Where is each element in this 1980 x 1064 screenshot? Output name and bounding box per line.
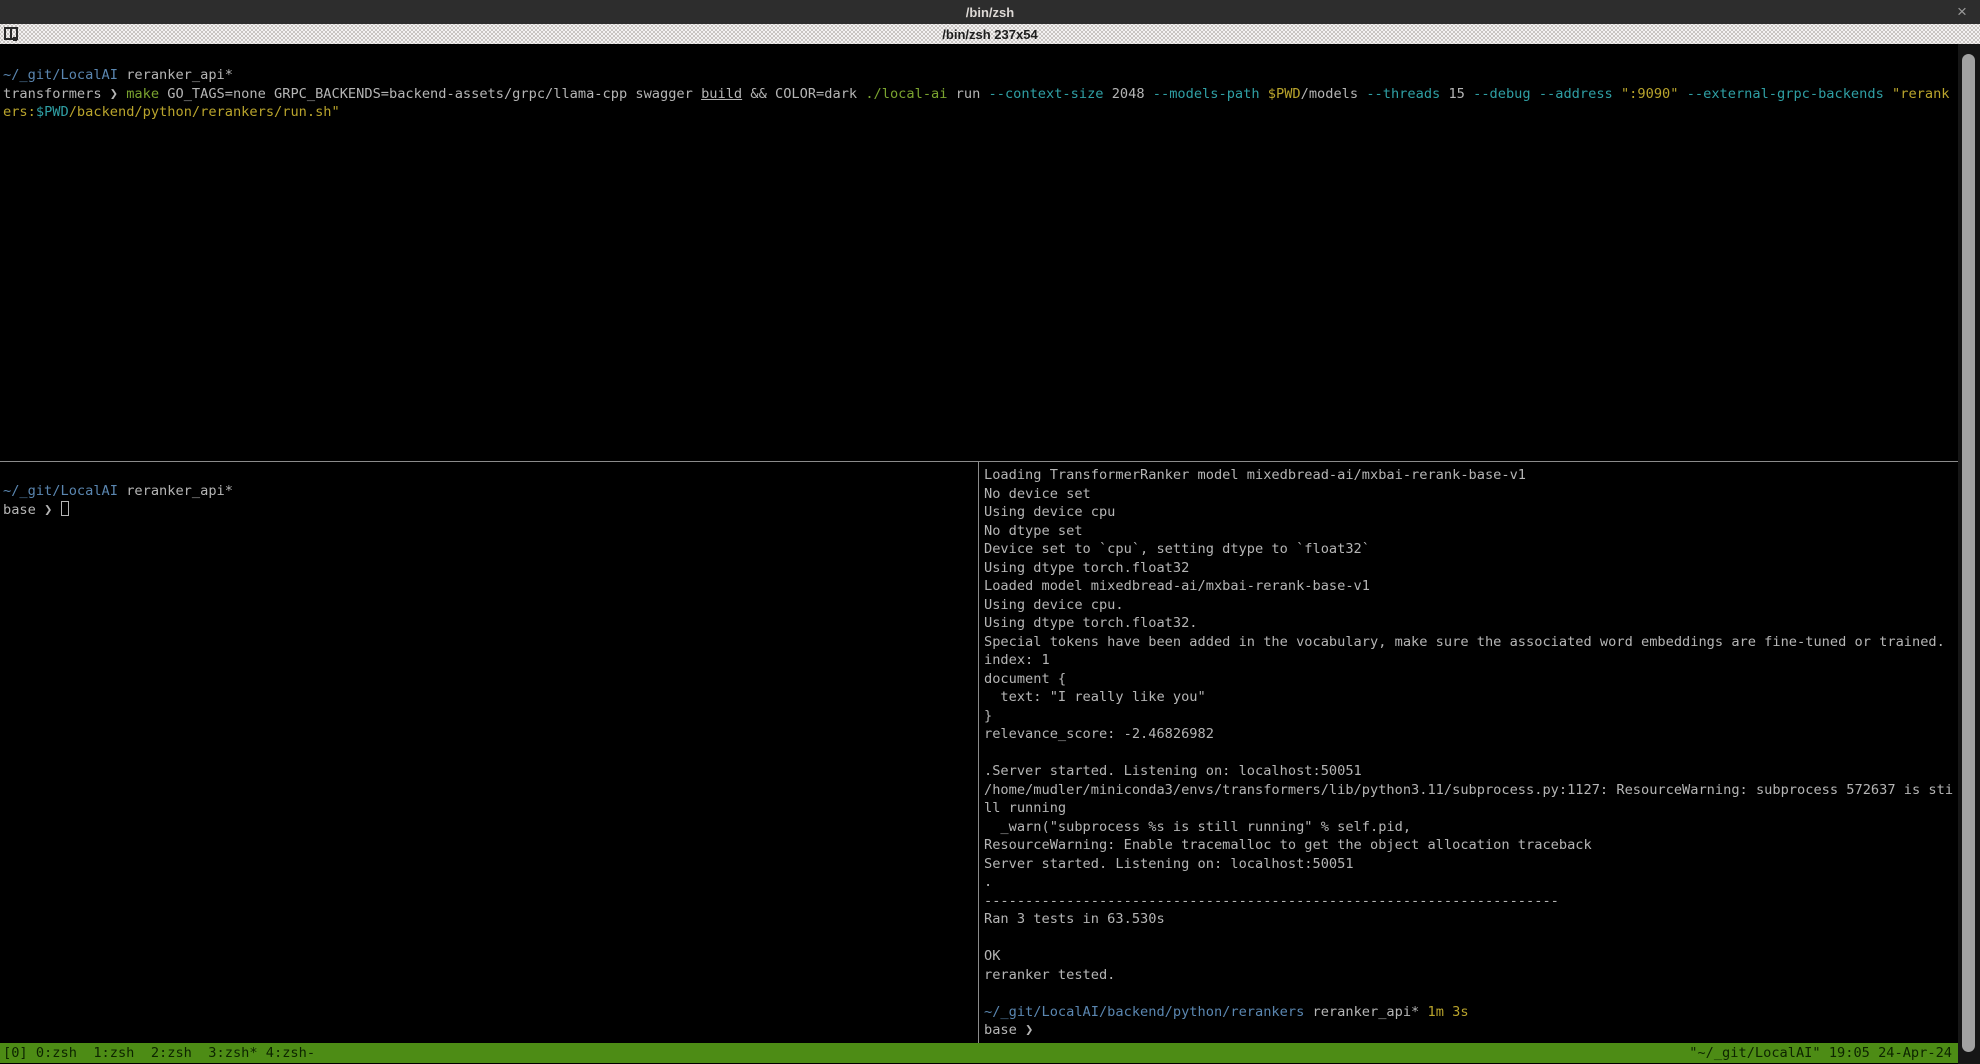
- terminal-line: document {: [984, 670, 1952, 689]
- terminal-line: ~/_git/LocalAI/backend/python/rerankers …: [984, 1003, 1952, 1022]
- terminal-line: Loaded model mixedbread-ai/mxbai-rerank-…: [984, 577, 1952, 596]
- terminal-line: index: 1: [984, 651, 1952, 670]
- terminal-line: }: [984, 707, 1952, 726]
- terminal-line: .Server started. Listening on: localhost…: [984, 762, 1952, 781]
- terminal-line: ~/_git/LocalAI reranker_api*: [3, 482, 973, 501]
- terminal-line: [984, 744, 1952, 763]
- terminal-line: Using device cpu: [984, 503, 1952, 522]
- terminal-line: ~/_git/LocalAI reranker_api*: [3, 66, 1955, 85]
- terminal-line: Special tokens have been added in the vo…: [984, 633, 1952, 652]
- terminal-line: OK: [984, 947, 1952, 966]
- terminal-line: ll running: [984, 799, 1952, 818]
- terminal-line: Using dtype torch.float32.: [984, 614, 1952, 633]
- terminal-line: base ❯: [3, 501, 973, 520]
- close-icon[interactable]: ×: [1952, 1, 1972, 23]
- pane-bottom-left[interactable]: ~/_git/LocalAI reranker_api*base ❯: [3, 462, 973, 519]
- tab-bar[interactable]: /bin/zsh 237x54: [0, 24, 1980, 44]
- pane-top[interactable]: ~/_git/LocalAI reranker_api*transformers…: [3, 44, 1955, 122]
- terminal-line: relevance_score: -2.46826982: [984, 725, 1952, 744]
- terminal-line: Loading TransformerRanker model mixedbre…: [984, 466, 1952, 485]
- terminal-line: .: [984, 873, 1952, 892]
- terminal-line: /home/mudler/miniconda3/envs/transformer…: [984, 781, 1952, 800]
- terminal-line: _warn("subprocess %s is still running" %…: [984, 818, 1952, 837]
- terminal-line: Using dtype torch.float32: [984, 559, 1952, 578]
- scrollbar-thumb[interactable]: [1962, 54, 1975, 1052]
- terminal-window: /bin/zsh × /bin/zsh 237x54 ~/_git/LocalA…: [0, 0, 1980, 1064]
- terminal-line: Device set to `cpu`, setting dtype to `f…: [984, 540, 1952, 559]
- pane-divider-vertical[interactable]: [978, 461, 979, 1043]
- pane-bottom-right[interactable]: Loading TransformerRanker model mixedbre…: [984, 462, 1952, 1040]
- terminal-line: [984, 929, 1952, 948]
- terminal-line: text: "I really like you": [984, 688, 1952, 707]
- terminal-line: No device set: [984, 485, 1952, 504]
- tmux-window-list[interactable]: [0] 0:zsh 1:zsh 2:zsh 3:zsh* 4:zsh-: [3, 1043, 315, 1063]
- terminal-cursor: [61, 501, 69, 516]
- terminal-line: No dtype set: [984, 522, 1952, 541]
- terminal-line: [984, 984, 1952, 1003]
- terminal-line: Server started. Listening on: localhost:…: [984, 855, 1952, 874]
- terminal-line: ers:$PWD/backend/python/rerankers/run.sh…: [3, 103, 1955, 122]
- tab-label: /bin/zsh 237x54: [942, 27, 1037, 42]
- terminal-line: Using device cpu.: [984, 596, 1952, 615]
- tmux-status-bar: [0] 0:zsh 1:zsh 2:zsh 3:zsh* 4:zsh- "~/_…: [0, 1043, 1958, 1063]
- scrollbar-track[interactable]: [1958, 44, 1980, 1064]
- terminal-line: transformers ❯ make GO_TAGS=none GRPC_BA…: [3, 85, 1955, 104]
- terminal-line: ----------------------------------------…: [984, 892, 1952, 911]
- window-title: /bin/zsh: [966, 5, 1014, 20]
- terminal-content: ~/_git/LocalAI reranker_api*transformers…: [0, 44, 1958, 1043]
- terminal-line: Ran 3 tests in 63.530s: [984, 910, 1952, 929]
- tmux-session-info: "~/_git/LocalAI" 19:05 24-Apr-24: [1689, 1043, 1952, 1063]
- title-bar: /bin/zsh ×: [0, 0, 1980, 24]
- terminal-line: base ❯: [984, 1021, 1952, 1040]
- terminal-line: ResourceWarning: Enable tracemalloc to g…: [984, 836, 1952, 855]
- split-panes-icon[interactable]: [4, 27, 18, 40]
- terminal-line: reranker tested.: [984, 966, 1952, 985]
